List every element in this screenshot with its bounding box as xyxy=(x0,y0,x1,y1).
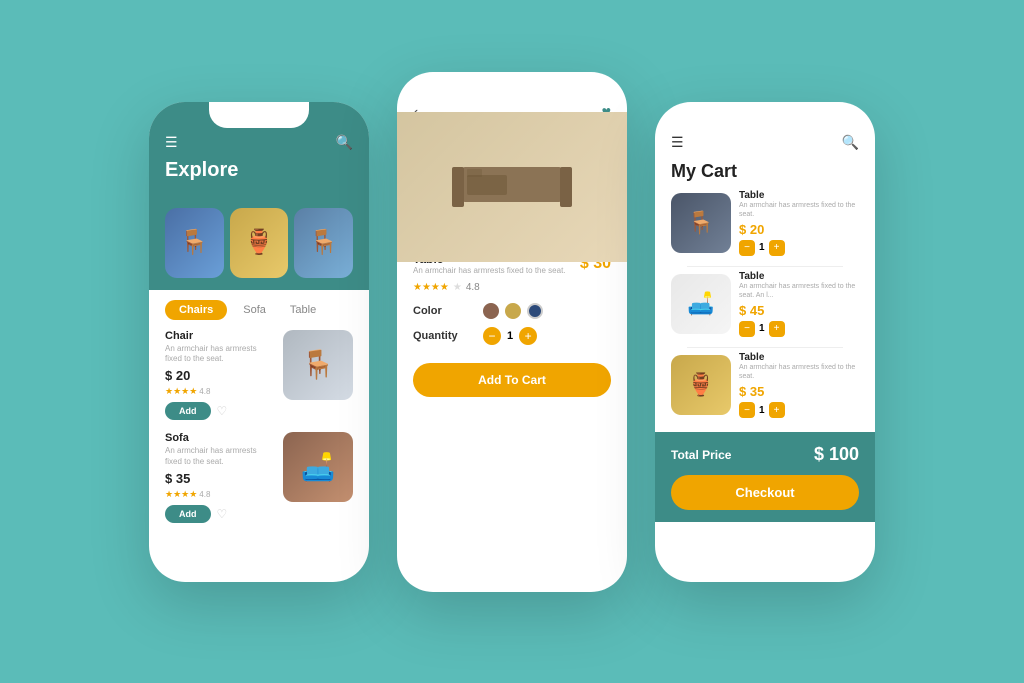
cart-items-list: 🪑 Table An armchair has armrests fixed t… xyxy=(655,190,875,429)
add-to-cart-button[interactable]: Add To Cart xyxy=(413,363,611,397)
divider-2 xyxy=(687,347,843,348)
tab-table[interactable]: Table xyxy=(282,300,324,320)
product-item-chair: Chair An armchair has armrests fixed to … xyxy=(165,330,353,421)
cart-search-icon[interactable]: 🔍 xyxy=(842,134,859,151)
detail-product-desc: An armchair has armrests fixed to the se… xyxy=(413,266,566,276)
quantity-label: Quantity xyxy=(413,330,473,342)
cart-item-1: 🪑 Table An armchair has armrests fixed t… xyxy=(671,190,859,256)
phone-explore: ☰ 🔍 Explore 🪑 🏺 🪑 Chairs Sofa Table Chai… xyxy=(149,102,369,582)
stars-detail: ★★★★ xyxy=(413,282,449,293)
tab-chairs[interactable]: Chairs xyxy=(165,300,227,320)
cart-item-price-2: $ 45 xyxy=(739,303,859,318)
cart-item-2: 🛋️ Table An armchair has armrests fixed … xyxy=(671,271,859,337)
product-hero-image xyxy=(397,112,627,262)
total-row: Total Price $ 100 xyxy=(671,444,859,465)
product-price-sofa: $ 35 xyxy=(165,471,275,486)
cart-item-price-1: $ 20 xyxy=(739,222,859,237)
cart-item-name-1: Table xyxy=(739,190,859,201)
detail-rating: ★★★★ ★ 4.8 xyxy=(413,282,611,293)
phone-detail: ‹ ♥ Table An armchair has armrests fixed… xyxy=(397,72,627,592)
color-row: Color xyxy=(413,303,611,319)
total-price: $ 100 xyxy=(814,444,859,465)
star-empty: ★ xyxy=(453,282,462,293)
color-gold[interactable] xyxy=(505,303,521,319)
color-brown[interactable] xyxy=(483,303,499,319)
stars-chair: ★★★★ 4.8 xyxy=(165,386,275,397)
product-actions-sofa: Add ♡ xyxy=(165,505,275,523)
cart-qty-val-2: 1 xyxy=(759,323,765,334)
favorite-chair[interactable]: ♡ xyxy=(217,404,228,418)
product-name-sofa: Sofa xyxy=(165,432,275,444)
banner-images: 🪑 🏺 🪑 xyxy=(149,208,369,290)
cart-qty-3: − 1 + xyxy=(739,402,859,418)
cart-qty-val-1: 1 xyxy=(759,242,765,253)
product-list: Chair An armchair has armrests fixed to … xyxy=(149,330,369,536)
product-actions-chair: Add ♡ xyxy=(165,402,275,420)
cart-item-desc-1: An armchair has armrests fixed to the se… xyxy=(739,201,859,219)
stars-sofa: ★★★★ 4.8 xyxy=(165,489,275,500)
banner-item-3: 🪑 xyxy=(294,208,353,278)
tab-sofa[interactable]: Sofa xyxy=(235,300,274,320)
cart-item-img-2: 🛋️ xyxy=(671,274,731,334)
cart-qty-decrease-3[interactable]: − xyxy=(739,402,755,418)
product-image-chair: 🪑 xyxy=(283,330,353,400)
cart-item-info-2: Table An armchair has armrests fixed to … xyxy=(739,271,859,337)
add-button-sofa[interactable]: Add xyxy=(165,505,211,523)
color-options xyxy=(483,303,543,319)
checkout-button[interactable]: Checkout xyxy=(671,475,859,510)
cart-qty-increase-3[interactable]: + xyxy=(769,402,785,418)
product-detail-info: Table An armchair has armrests fixed to … xyxy=(397,252,627,592)
color-label: Color xyxy=(413,305,473,317)
product-price-chair: $ 20 xyxy=(165,368,275,383)
product-info-sofa: Sofa An armchair has armrests fixed to t… xyxy=(165,432,275,523)
favorite-sofa[interactable]: ♡ xyxy=(217,507,228,521)
cart-footer: Total Price $ 100 Checkout xyxy=(655,432,875,522)
cart-item-desc-2: An armchair has armrests fixed to the se… xyxy=(739,282,859,300)
product-image-sofa: 🛋️ xyxy=(283,432,353,502)
cart-item-name-3: Table xyxy=(739,352,859,363)
explore-header-icons: ☰ 🔍 xyxy=(165,134,353,151)
quantity-row: Quantity − 1 + xyxy=(413,327,611,345)
qty-value: 1 xyxy=(507,330,513,342)
product-desc-sofa: An armchair has armrests fixed to the se… xyxy=(165,446,275,467)
cart-qty-increase-2[interactable]: + xyxy=(769,321,785,337)
quantity-control: − 1 + xyxy=(483,327,537,345)
rating-value: 4.8 xyxy=(466,282,480,293)
cart-qty-decrease-2[interactable]: − xyxy=(739,321,755,337)
banner-item-2: 🏺 xyxy=(230,208,289,278)
product-name-chair: Chair xyxy=(165,330,275,342)
cart-item-desc-3: An armchair has armrests fixed to the se… xyxy=(739,363,859,381)
phone-cart: ☰ 🔍 My Cart 🪑 Table An armchair has armr… xyxy=(655,102,875,582)
cart-qty-1: − 1 + xyxy=(739,240,859,256)
cart-item-price-3: $ 35 xyxy=(739,384,859,399)
product-item-sofa: Sofa An armchair has armrests fixed to t… xyxy=(165,432,353,523)
cart-qty-decrease-1[interactable]: − xyxy=(739,240,755,256)
cart-item-info-3: Table An armchair has armrests fixed to … xyxy=(739,352,859,418)
color-navy[interactable] xyxy=(527,303,543,319)
divider-1 xyxy=(687,266,843,267)
menu-icon[interactable]: ☰ xyxy=(165,134,178,151)
total-label: Total Price xyxy=(671,448,731,462)
category-tabs: Chairs Sofa Table xyxy=(149,290,369,330)
cart-qty-2: − 1 + xyxy=(739,321,859,337)
cart-item-3: 🏺 Table An armchair has armrests fixed t… xyxy=(671,352,859,418)
cart-item-info-1: Table An armchair has armrests fixed to … xyxy=(739,190,859,256)
explore-title: Explore xyxy=(165,159,353,182)
cart-item-img-3: 🏺 xyxy=(671,355,731,415)
banner-item-1: 🪑 xyxy=(165,208,224,278)
table-svg xyxy=(442,147,582,227)
product-desc-chair: An armchair has armrests fixed to the se… xyxy=(165,344,275,365)
product-info-chair: Chair An armchair has armrests fixed to … xyxy=(165,330,275,421)
add-button-chair[interactable]: Add xyxy=(165,402,211,420)
cart-qty-val-3: 1 xyxy=(759,405,765,416)
cart-item-name-2: Table xyxy=(739,271,859,282)
phones-container: ☰ 🔍 Explore 🪑 🏺 🪑 Chairs Sofa Table Chai… xyxy=(129,72,895,612)
qty-decrease-btn[interactable]: − xyxy=(483,327,501,345)
cart-item-img-1: 🪑 xyxy=(671,193,731,253)
search-icon[interactable]: 🔍 xyxy=(336,134,353,151)
qty-increase-btn[interactable]: + xyxy=(519,327,537,345)
cart-title: My Cart xyxy=(655,161,875,182)
cart-qty-increase-1[interactable]: + xyxy=(769,240,785,256)
cart-menu-icon[interactable]: ☰ xyxy=(671,134,684,151)
